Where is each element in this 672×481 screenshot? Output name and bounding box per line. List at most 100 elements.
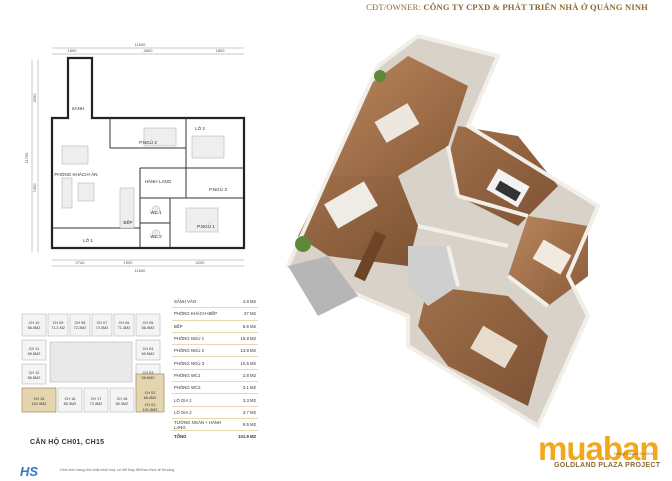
unit-area: 56.6M2 xyxy=(142,376,155,380)
area-row-value: 3.7 M2 xyxy=(228,406,258,419)
unit-code: CH 12 xyxy=(29,371,40,375)
area-row-name: PHÒNG NGỦ 2 xyxy=(172,344,228,358)
area-row-name: PHÒNG KHÁCH+BẾP xyxy=(172,307,228,321)
building-key-plan: CH 1056.5M2CH 0971.3 M2CH 0872.3M2CH 077… xyxy=(21,313,165,413)
dim-left-a: 3590 xyxy=(32,93,37,103)
unit-code: CH 16 xyxy=(65,397,76,401)
area-row-name: PHÒNG WC2 xyxy=(172,381,228,395)
dim-left-total: 11750 xyxy=(24,152,29,164)
dim-left-b: 7450 xyxy=(32,183,37,193)
room-sanh: SẢNH xyxy=(72,105,85,111)
area-row: PHÒNG WC1 2.8 M2 xyxy=(172,369,258,383)
unit-code: CH 18 xyxy=(117,397,128,401)
area-row-value: 4.8 M2 xyxy=(228,296,258,309)
dim-top-c: 1800 xyxy=(216,48,226,53)
unit-code: CH 08 xyxy=(75,321,86,325)
unit-code: CH 04 xyxy=(143,347,154,351)
unit-area: 69.5M2 xyxy=(28,352,41,356)
unit-code: CH 03 xyxy=(143,371,154,375)
dim-top-a: 1800 xyxy=(68,48,78,53)
owner-text: CĐT/OWNER: CÔNG TY CPXD & PHÁT TRIỂN NHÀ… xyxy=(366,2,648,12)
owner-name: CÔNG TY CPXD & PHÁT TRIỂN NHÀ Ở QUẢNG NI… xyxy=(423,2,648,12)
unit-code: CH 05 xyxy=(143,321,154,325)
unit-code: CH 02 xyxy=(145,391,156,395)
unit-area: 56.5M2 xyxy=(142,326,155,330)
area-row-name: PHÒNG NGỦ 3 xyxy=(172,356,228,370)
room-hall: HÀNH LANG xyxy=(145,178,172,184)
room-kitchen: BẾP xyxy=(123,219,132,225)
unit-area: 71.3M2 xyxy=(118,326,131,330)
room-bed3: P.NGỦ 3 xyxy=(209,186,227,192)
floor-plan-2d: 11600 1800 4600 1800 2740 1900 4200 1160… xyxy=(20,38,260,274)
area-row: TƯỜNG NGĂN + HÀNH LANG 9.5 M2 xyxy=(172,418,258,432)
dim-bottom-total: 11600 xyxy=(135,268,147,273)
area-row-name: TƯỜNG NGĂN + HÀNH LANG xyxy=(172,418,228,432)
unit-area: 72.3M2 xyxy=(96,326,109,330)
unit-area: 69.5M2 xyxy=(142,352,155,356)
area-row: PHÒNG KHÁCH+BẾP 27 M2 xyxy=(172,307,258,321)
dim-bottom-a: 2740 xyxy=(76,260,86,265)
room-bed1: P.NGỦ 1 xyxy=(197,223,215,229)
area-row-value: 3.3 M2 xyxy=(228,393,258,407)
unit-code: CH 17 xyxy=(91,397,102,401)
area-total-label: TỔNG xyxy=(172,430,228,443)
unit-area: 72.3M2 xyxy=(90,402,103,406)
area-row: LÔ GIA 2 3.7 M2 xyxy=(172,406,258,419)
unit-area: 101.9M2 xyxy=(143,408,158,412)
project-name: GOLDLAND PLAZA PROJECT xyxy=(554,462,661,469)
unit-code: CH 10 xyxy=(29,321,40,325)
apartment-label: CĂN HỘ CH01, CH15 xyxy=(30,439,105,446)
area-table: SẢNH VÀO 4.8 M2 PHÒNG KHÁCH+BẾP 27 M2 BẾP 6.5… xyxy=(172,296,258,443)
unit-code: CH 07 xyxy=(97,321,108,325)
unit-area: 101.9M2 xyxy=(32,402,47,406)
unit-area: 71.3 M2 xyxy=(51,326,65,330)
dim-bottom-c: 4200 xyxy=(196,260,206,265)
area-row-value: 27 M2 xyxy=(228,307,258,321)
area-row-value: 13.8 M2 xyxy=(228,344,258,358)
area-row-value: 2.8 M2 xyxy=(228,369,258,383)
area-row-name: PHÒNG WC1 xyxy=(172,369,228,383)
unit-code: CH 01 xyxy=(145,403,156,407)
design-date: 24.2015 xyxy=(639,452,654,456)
room-living: PHÒNG KHÁCH+ĂN xyxy=(54,171,97,177)
area-row-value: 10.5 M2 xyxy=(228,356,258,370)
area-total-value: 101.9 M2 xyxy=(228,430,258,443)
left-panel: 11600 1800 4600 1800 2740 1900 4200 1160… xyxy=(0,16,269,479)
design-note: Design Report 24.2015 xyxy=(614,452,653,456)
area-row-value: 6.5 M2 xyxy=(228,320,258,333)
hs-logo: HS xyxy=(20,464,39,479)
owner-prefix: CĐT/OWNER: xyxy=(366,2,422,12)
floor-plan-3d-render xyxy=(285,33,601,429)
area-row-name: BẾP xyxy=(172,320,228,333)
unit-area: 72.3M2 xyxy=(74,326,87,330)
plant xyxy=(295,236,311,252)
disclaimer-note: Hình ảnh mang tính chất minh họa, có thể… xyxy=(60,468,175,472)
dim-top-b: 4600 xyxy=(144,48,154,53)
unit-area: 80.3M2 xyxy=(64,402,77,406)
unit-code: CH 11 xyxy=(29,347,39,351)
plant-2 xyxy=(374,70,386,82)
area-row: PHÒNG NGỦ 2 13.8 M2 xyxy=(172,344,258,358)
header-bar: CĐT/OWNER: CÔNG TY CPXD & PHÁT TRIỂN NHÀ… xyxy=(0,0,672,17)
unit-code: CH 06 xyxy=(119,321,130,325)
render-3d-panel xyxy=(268,16,672,476)
unit-code: CH 09 xyxy=(53,321,64,325)
unit-area: 56.5M2 xyxy=(28,326,41,330)
area-row-name: PHÒNG NGỦ 1 xyxy=(172,332,228,346)
area-row: BẾP 6.5 M2 xyxy=(172,320,258,333)
room-wc1: WC 1 xyxy=(150,210,162,215)
area-row-name: LÔ GIA 2 xyxy=(172,406,228,419)
area-total-row: TỔNG 101.9 M2 xyxy=(172,430,258,443)
unit-area: 80.3M2 xyxy=(116,402,129,406)
room-lodia2: LÔ 2 xyxy=(195,125,205,131)
unit-area: 56.6M2 xyxy=(28,376,41,380)
room-lodia1: LÔ 1 xyxy=(83,237,93,243)
area-row-name: SẢNH VÀO xyxy=(172,296,228,309)
brochure-page: CĐT/OWNER: CÔNG TY CPXD & PHÁT TRIỂN NHÀ… xyxy=(0,0,672,479)
room-wc2: WC 2 xyxy=(150,234,162,239)
area-row: PHÒNG NGỦ 3 10.5 M2 xyxy=(172,356,258,370)
area-row: PHÒNG NGỦ 1 15.8 M2 xyxy=(172,332,258,346)
unit-code: CH 15 xyxy=(34,397,45,401)
area-row: SẢNH VÀO 4.8 M2 xyxy=(172,296,258,309)
area-row-value: 15.8 M2 xyxy=(228,332,258,346)
